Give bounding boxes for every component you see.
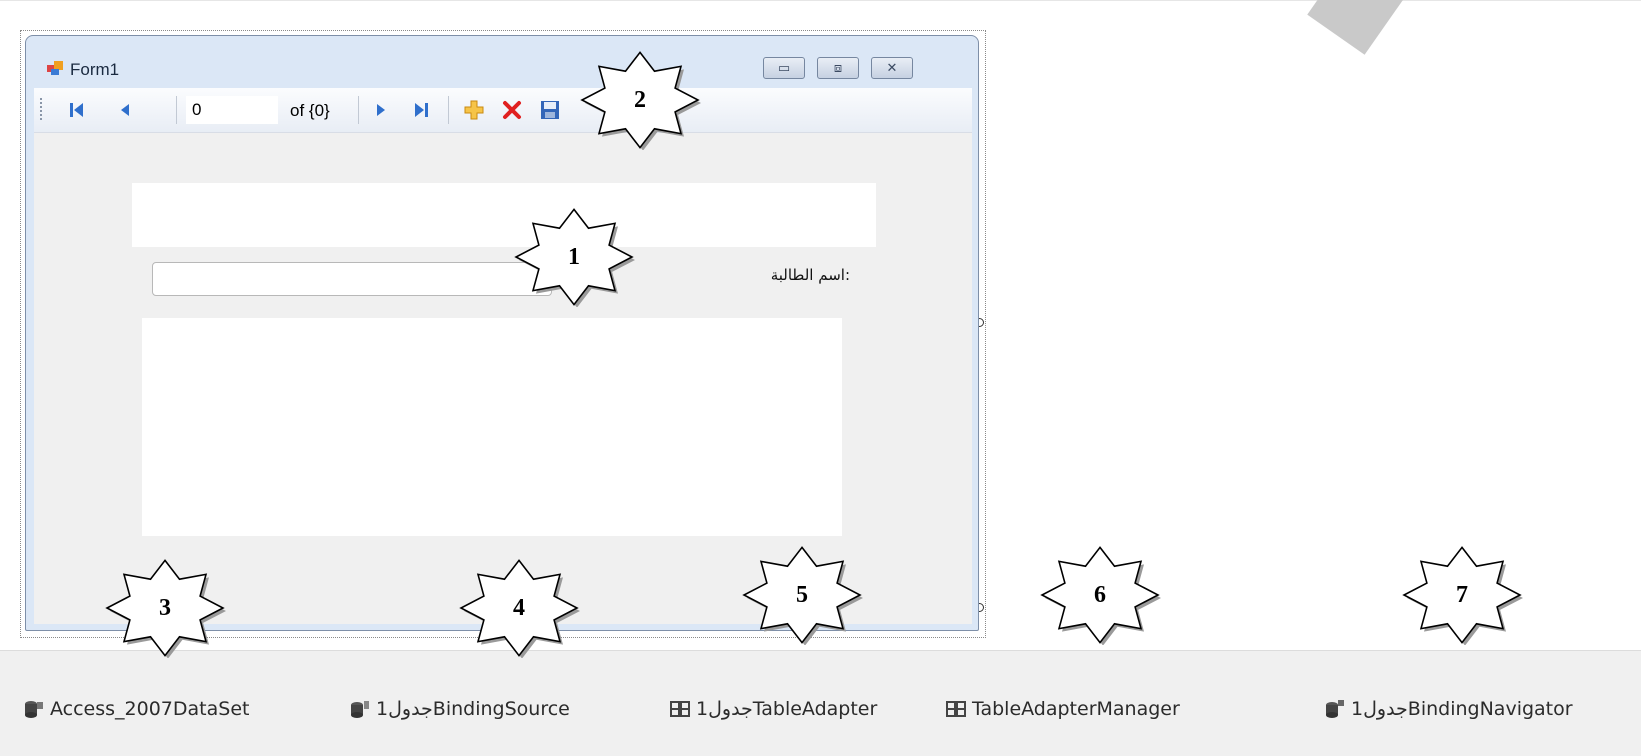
save-icon	[541, 101, 559, 119]
move-first-button[interactable]	[64, 98, 90, 122]
callout-badge: 1	[512, 207, 636, 307]
add-new-button[interactable]	[460, 98, 488, 122]
callout-number: 2	[634, 86, 646, 113]
move-last-button[interactable]	[408, 98, 434, 122]
binding-navigator-icon	[1326, 700, 1344, 718]
callout-number: 6	[1094, 581, 1106, 608]
tray-item-label: جدول1TableAdapter	[696, 698, 878, 720]
toolbar-grip[interactable]	[40, 98, 42, 122]
add-new-icon	[464, 100, 484, 120]
move-next-button[interactable]	[370, 98, 392, 122]
binding-source-icon	[351, 701, 369, 718]
callout-number: 5	[796, 581, 808, 608]
callout-number: 7	[1456, 581, 1468, 608]
tray-item-label: جدول1BindingNavigator	[1351, 698, 1573, 720]
delete-icon	[503, 101, 521, 119]
toolbar-separator	[358, 96, 359, 124]
title-bar[interactable]: Form1 ▭ ⧈ ✕	[26, 36, 978, 79]
minimize-button[interactable]: ▭	[763, 57, 805, 79]
corner-decoration	[1307, 0, 1405, 55]
callout-badge: 7	[1400, 545, 1524, 645]
minimize-icon: ▭	[777, 60, 791, 76]
maximize-icon: ⧈	[833, 60, 843, 76]
tray-item-table-adapter[interactable]: جدول1TableAdapter	[670, 698, 877, 720]
callout-badge: 5	[740, 545, 864, 645]
tray-item-label: جدول1BindingSource	[376, 698, 570, 720]
close-button[interactable]: ✕	[871, 57, 913, 79]
callout-number: 1	[568, 243, 580, 270]
callout-number: 3	[159, 594, 171, 621]
binding-navigator-toolbar: of {0}	[34, 88, 972, 133]
form-icon	[47, 61, 63, 75]
move-previous-icon	[121, 104, 129, 116]
maximize-button[interactable]: ⧈	[817, 57, 859, 79]
move-previous-button[interactable]	[114, 98, 136, 122]
student-name-label: :اسم الطالبة	[770, 266, 850, 284]
callout-badge: 2	[578, 50, 702, 150]
dataset-icon	[25, 701, 43, 718]
move-last-icon	[415, 103, 428, 117]
tray-item-label: TableAdapterManager	[972, 698, 1180, 720]
details-panel[interactable]	[142, 318, 842, 536]
callout-badge: 3	[103, 558, 227, 658]
tray-item-binding-source[interactable]: جدول1BindingSource	[350, 698, 570, 720]
save-button[interactable]	[536, 98, 564, 122]
callout-badge: 4	[457, 558, 581, 658]
count-label: of {0}	[290, 101, 330, 120]
toolbar-separator	[176, 96, 177, 124]
student-name-textbox[interactable]	[152, 262, 552, 296]
tray-item-binding-navigator[interactable]: جدول1BindingNavigator	[1325, 698, 1573, 720]
table-adapter-manager-icon	[946, 701, 966, 717]
toolbar-separator	[448, 96, 449, 124]
position-input[interactable]	[186, 96, 278, 124]
table-adapter-icon	[670, 701, 690, 717]
header-panel[interactable]	[132, 183, 876, 247]
move-next-icon	[377, 104, 385, 116]
close-icon: ✕	[886, 60, 898, 76]
move-first-icon	[70, 103, 83, 117]
tray-item-table-adapter-manager[interactable]: TableAdapterManager	[946, 698, 1180, 720]
tray-item-label: Access_2007DataSet	[50, 698, 250, 720]
tray-item-dataset[interactable]: Access_2007DataSet	[24, 698, 249, 720]
callout-number: 4	[513, 594, 525, 621]
form-title: Form1	[70, 60, 120, 79]
callout-badge: 6	[1038, 545, 1162, 645]
component-tray: Access_2007DataSet جدول1BindingSource جد…	[0, 650, 1641, 756]
delete-button[interactable]	[498, 98, 526, 122]
